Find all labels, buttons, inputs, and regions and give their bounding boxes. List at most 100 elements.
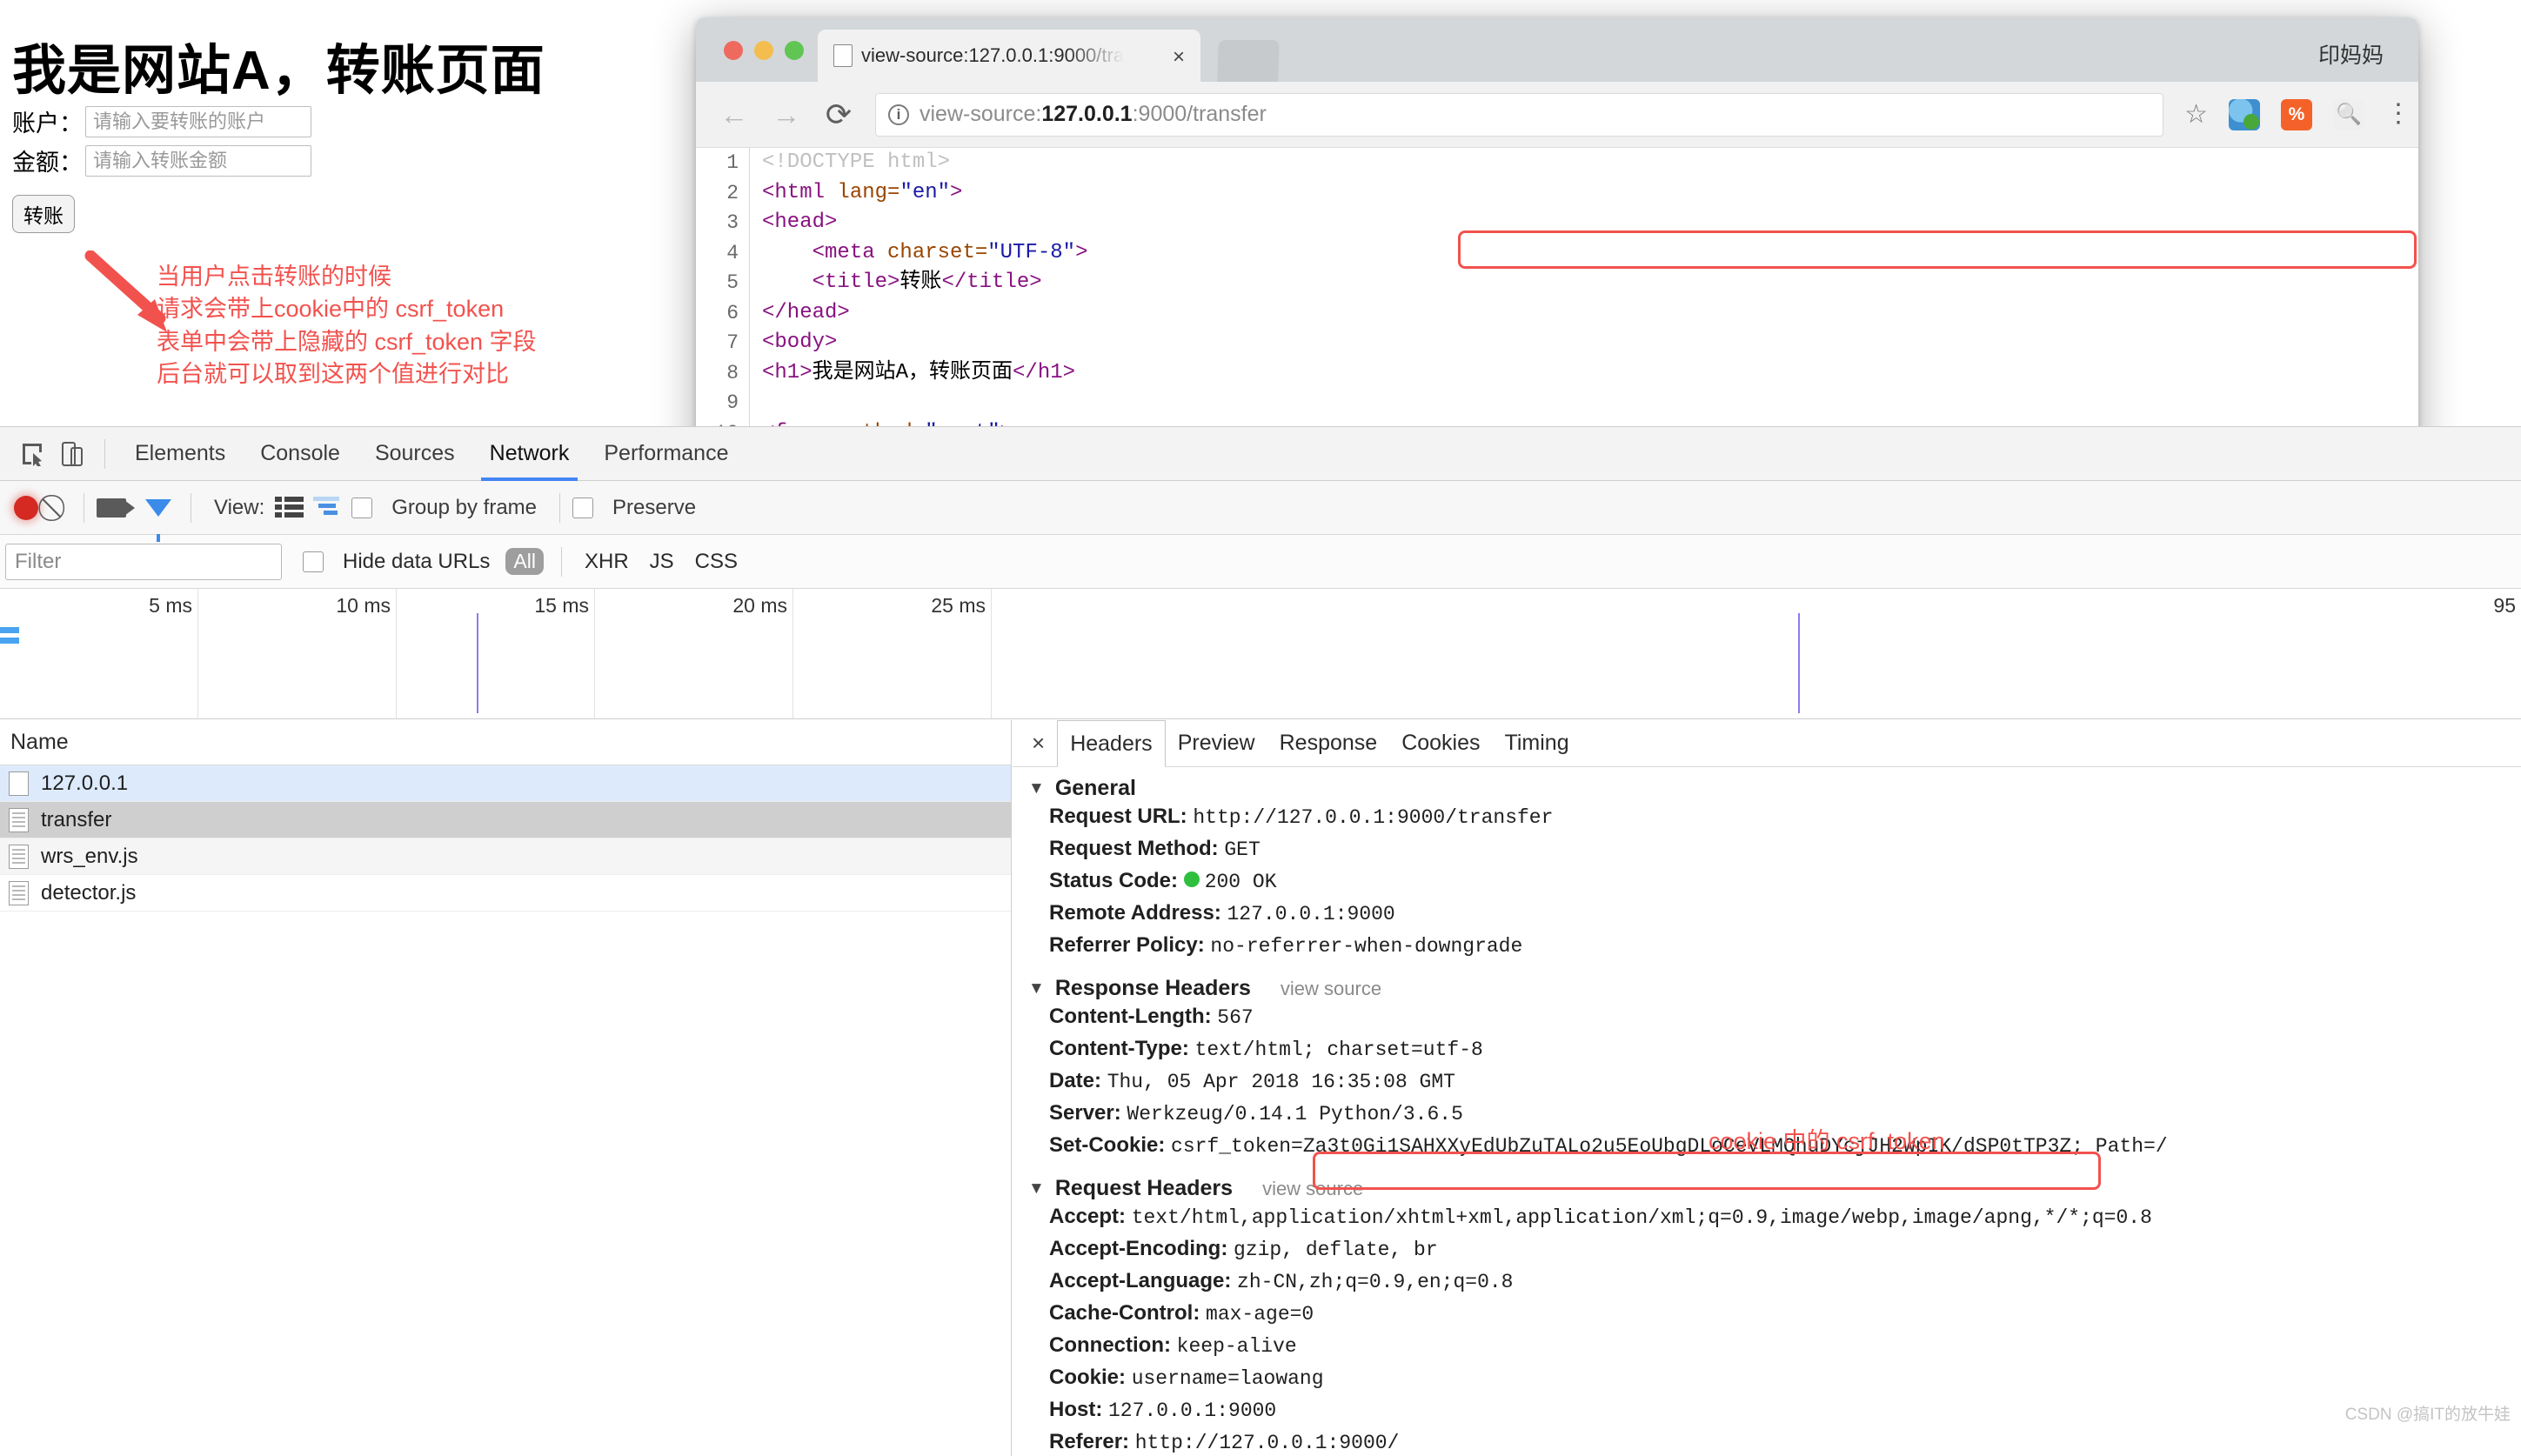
devtools-tab-sources[interactable]: Sources (358, 427, 472, 481)
line-code: <!DOCTYPE html> (762, 150, 951, 174)
line-number: 7 (696, 328, 750, 358)
close-details-icon[interactable]: × (1020, 730, 1057, 757)
request-name: transfer (41, 807, 112, 832)
request-list-item[interactable]: wrs_env.js (0, 838, 1011, 875)
response-header-row: Content-Length: 567 (1049, 1001, 2521, 1033)
details-tab-preview[interactable]: Preview (1166, 727, 1267, 759)
request-list-item[interactable]: detector.js (0, 875, 1011, 912)
request-view-source-link[interactable]: view source (1262, 1178, 1363, 1200)
site-info-icon[interactable]: i (888, 104, 909, 125)
forward-icon[interactable]: → (771, 98, 802, 131)
collapse-triangle-icon-request[interactable]: ▼ (1028, 1179, 1045, 1199)
request-list-item[interactable]: transfer (0, 802, 1011, 838)
money-input[interactable] (85, 144, 311, 177)
header-key: Request Method: (1049, 837, 1219, 860)
preserve-log-checkbox[interactable] (572, 497, 593, 518)
reload-icon[interactable]: ⟳ (823, 97, 854, 133)
details-tab-cookies[interactable]: Cookies (1389, 727, 1492, 759)
extension-magnifier-icon[interactable] (2333, 98, 2364, 130)
line-code: <title>转账</title> (812, 270, 1042, 294)
request-header-row: Cookie: username=laowang (1049, 1362, 2521, 1394)
details-tab-response[interactable]: Response (1267, 727, 1390, 759)
maximize-window-icon[interactable] (785, 41, 804, 60)
minimize-window-icon[interactable] (754, 41, 773, 60)
collapse-triangle-icon[interactable]: ▼ (1028, 779, 1045, 798)
devtools-tabbar: Elements Console Sources Network Performance (0, 427, 2521, 481)
new-tab-button[interactable] (1217, 40, 1280, 82)
back-icon[interactable]: ← (719, 98, 750, 131)
details-tab-headers[interactable]: Headers (1057, 720, 1166, 767)
page-favicon-icon (833, 44, 853, 67)
inspect-element-icon[interactable] (12, 436, 52, 472)
extension-orange-icon[interactable]: % (2281, 98, 2312, 130)
source-line: 6 </head> (696, 297, 2418, 328)
group-by-frame-checkbox[interactable] (351, 497, 373, 518)
request-header-row: Cache-Control: max-age=0 (1049, 1298, 2521, 1330)
filter-type-js[interactable]: JS (650, 550, 674, 574)
network-overview-timeline[interactable]: 5 ms 10 ms 15 ms 20 ms 25 ms 95 (0, 589, 2521, 719)
hide-data-urls-label: Hide data URLs (343, 549, 491, 573)
filter-funnel-icon[interactable] (145, 498, 171, 542)
general-rows: Request URL: http://127.0.0.1:9000/trans… (1028, 801, 2521, 962)
close-window-icon[interactable] (724, 41, 743, 60)
header-value: text/html,application/xhtml+xml,applicat… (1131, 1206, 2152, 1229)
collapse-triangle-icon-response[interactable]: ▼ (1028, 979, 1045, 998)
request-list-column-header[interactable]: Name (0, 720, 1011, 765)
source-line: 7 <body> (696, 328, 2418, 358)
view-list-icon[interactable] (275, 496, 304, 520)
watermark-label: CSDN @搞IT的放牛娃 (2344, 1406, 2511, 1424)
document-icon (9, 880, 29, 905)
overview-tick: 25 ms (793, 589, 992, 718)
overview-tick: 10 ms (198, 589, 397, 718)
close-tab-icon[interactable]: × (1173, 45, 1185, 70)
transfer-submit-button[interactable]: 转账 (12, 195, 75, 233)
browser-tab-view-source[interactable]: view-source:127.0.0.1:9000/tra × (818, 30, 1200, 82)
line-number: 5 (696, 268, 750, 298)
record-network-log-icon[interactable] (14, 495, 38, 520)
details-tab-timing[interactable]: Timing (1493, 727, 1581, 759)
line-code: <html lang="en"> (762, 180, 963, 204)
devtools-tab-elements[interactable]: Elements (117, 427, 243, 481)
header-value: 127.0.0.1:9000 (1227, 903, 1395, 925)
bookmark-star-icon[interactable]: ☆ (2184, 99, 2208, 130)
line-number: 2 (696, 177, 750, 208)
request-name: 127.0.0.1 (41, 771, 129, 795)
general-row: Referrer Policy: no-referrer-when-downgr… (1049, 930, 2521, 962)
general-row: Request URL: http://127.0.0.1:9000/trans… (1049, 801, 2521, 833)
devtools-tab-performance[interactable]: Performance (586, 427, 746, 481)
hide-data-urls-checkbox[interactable] (303, 551, 324, 572)
extension-globe-icon[interactable] (2229, 98, 2260, 130)
request-headers-header[interactable]: ▼ Request Headers view source (1028, 1176, 2521, 1201)
general-section-header[interactable]: ▼ General (1028, 776, 2521, 801)
window-traffic-lights[interactable] (724, 41, 804, 60)
request-name: wrs_env.js (41, 844, 138, 868)
source-line: 5 <title>转账</title> (696, 268, 2418, 298)
header-key: Cookie: (1049, 1366, 1127, 1389)
cookie-token-annotation: cookie 中的 csrf_token (1709, 1128, 1945, 1154)
line-number: 6 (696, 297, 750, 328)
response-headers-header[interactable]: ▼ Response Headers view source (1028, 976, 2521, 1001)
status-ok-dot (1183, 872, 1200, 887)
devtools-tab-network[interactable]: Network (472, 427, 587, 481)
toggle-device-toolbar-icon[interactable] (52, 436, 92, 472)
filter-input[interactable] (5, 543, 282, 580)
filter-type-css[interactable]: CSS (695, 550, 738, 574)
request-header-row: Accept-Language: zh-CN,zh;q=0.9,en;q=0.8 (1049, 1266, 2521, 1298)
capture-screenshots-icon[interactable] (97, 498, 135, 518)
request-list-item[interactable]: 127.0.0.1 (0, 765, 1011, 802)
header-value: zh-CN,zh;q=0.9,en;q=0.8 (1237, 1271, 1514, 1293)
url-host: 127.0.0.1 (1041, 102, 1133, 126)
filter-type-xhr[interactable]: XHR (585, 550, 629, 574)
devtools-tab-console[interactable]: Console (243, 427, 358, 481)
view-waterfall-icon[interactable] (313, 496, 343, 520)
response-view-source-link[interactable]: view source (1281, 978, 1381, 1000)
account-input[interactable] (85, 105, 311, 137)
header-value: 200 OK (1204, 871, 1277, 893)
header-value: Werkzeug/0.14.1 Python/3.6.5 (1127, 1103, 1463, 1125)
address-bar[interactable]: i view-source:127.0.0.1:9000/transfer (875, 92, 2164, 137)
request-name: detector.js (41, 880, 137, 905)
browser-menu-icon[interactable]: ⋮ (2385, 101, 2411, 126)
profile-name-label[interactable]: 印妈妈 (2318, 38, 2384, 70)
header-key: Accept-Language: (1049, 1269, 1232, 1292)
filter-type-all[interactable]: All (505, 548, 544, 575)
